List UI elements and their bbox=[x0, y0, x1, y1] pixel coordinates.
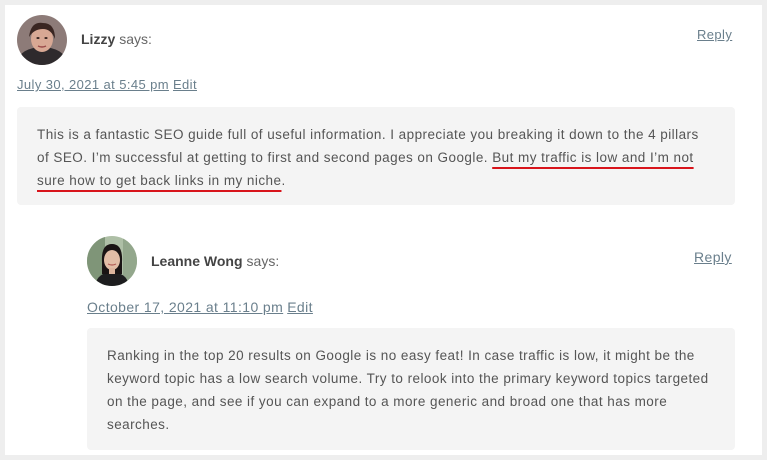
comments-section: Lizzy says: Reply July 30, 2021 at 5:45 p… bbox=[5, 5, 762, 455]
author-name[interactable]: Lizzy bbox=[81, 31, 115, 47]
edit-link[interactable]: Edit bbox=[173, 77, 197, 92]
comment-date-link[interactable]: October 17, 2021 at 11:10 pm bbox=[87, 299, 283, 315]
comment-meta: October 17, 2021 at 11:10 pm Edit bbox=[87, 299, 313, 315]
says-label: says: bbox=[119, 31, 152, 47]
comment-body: Ranking in the top 20 results on Google … bbox=[87, 328, 735, 450]
edit-link[interactable]: Edit bbox=[287, 299, 313, 315]
comment-author: Leanne Wong says: bbox=[151, 253, 279, 269]
reply-link[interactable]: Reply bbox=[697, 27, 732, 42]
comment-text: Ranking in the top 20 results on Google … bbox=[107, 348, 709, 432]
comment-text-end: . bbox=[281, 173, 286, 188]
comment-author: Lizzy says: bbox=[81, 31, 152, 47]
avatar bbox=[17, 15, 67, 65]
avatar bbox=[87, 236, 137, 286]
reply-link[interactable]: Reply bbox=[694, 249, 732, 265]
comment-date-link[interactable]: July 30, 2021 at 5:45 pm bbox=[17, 77, 169, 92]
comment-meta: July 30, 2021 at 5:45 pm Edit bbox=[17, 77, 197, 92]
says-label: says: bbox=[246, 253, 280, 269]
comment-body: This is a fantastic SEO guide full of us… bbox=[17, 107, 735, 205]
author-name: Leanne Wong bbox=[151, 253, 243, 269]
